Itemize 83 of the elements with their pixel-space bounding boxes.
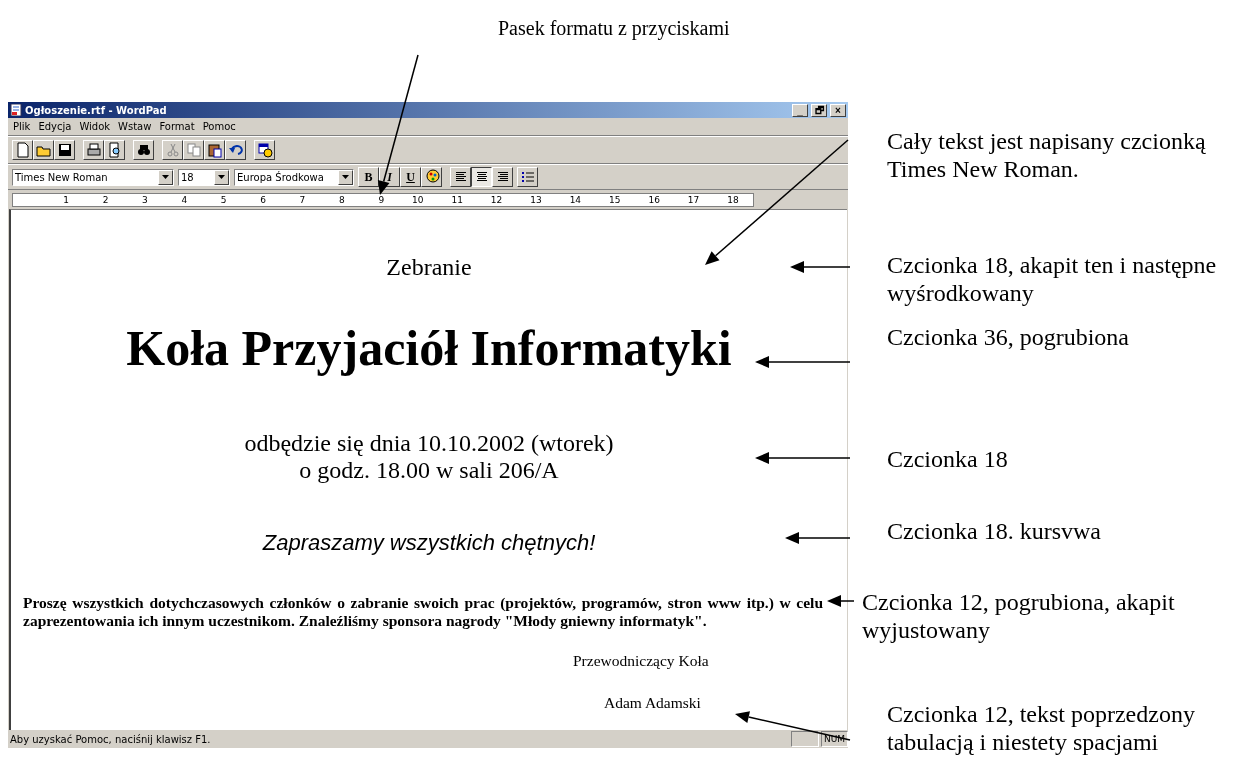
ruler-number: 3	[141, 194, 148, 205]
dropdown-arrow-icon	[342, 175, 349, 179]
ruler-number: 7	[298, 194, 306, 205]
document-paragraph: Zapraszamy wszystkich chętnych!	[262, 530, 596, 556]
ruler-number: 9	[377, 194, 385, 205]
document-paragraph: odbędzie się dnia 10.10.2002 (wtorek)	[244, 430, 614, 457]
copy-button[interactable]	[183, 140, 204, 160]
close-button[interactable]: ×	[830, 103, 846, 117]
document-heading: Koła Przyjaciół Informatyki	[126, 319, 732, 377]
ruler-number: 18	[726, 194, 739, 205]
ruler-number: 17	[686, 194, 700, 205]
palette-icon	[423, 169, 440, 185]
magnifier-page-button[interactable]	[104, 140, 125, 160]
bullet-list-icon	[519, 169, 536, 185]
ruler-number: 14	[568, 194, 582, 205]
window-title: Ogłoszenie.rtf - WordPad	[25, 104, 168, 116]
status-text: Aby uzyskać Pomoc, naciśnij klawisz F1.	[10, 733, 212, 745]
menu-item[interactable]: Widok	[76, 121, 114, 132]
ruler-number: 15	[608, 194, 621, 205]
calendar-clock-icon	[256, 142, 273, 158]
minimize-button[interactable]: _	[792, 103, 808, 117]
restore-button[interactable]: 🗗	[811, 103, 827, 117]
ruler-number: 10	[411, 194, 424, 205]
ruler-number: 16	[647, 194, 660, 205]
binoculars-button[interactable]	[133, 140, 154, 160]
annotation-text: Czcionka 36, pogrubiona	[887, 323, 1130, 351]
font-size-dropdown[interactable]: 18	[178, 168, 230, 186]
document-paragraph: Przewodniczący Koła	[573, 652, 709, 670]
ruler-number: 5	[219, 194, 227, 205]
annotation-text: Czcionka 12, pogrubiona, akapit wyjustowany	[862, 588, 1176, 644]
undo-arrow-button[interactable]	[225, 140, 246, 160]
bold-button[interactable]: B	[358, 167, 379, 187]
ruler-number: 4	[180, 194, 188, 205]
bullets-button[interactable]	[517, 167, 538, 187]
ruler-number: 1	[62, 194, 69, 205]
scissors-button[interactable]	[162, 140, 183, 160]
document-paragraph: Proszę wszystkich dotychczasowych członków o zabranie swoich prac (projektów, programów, stron www itp.) w celu zaprezentowania ich innym uczestnikom. Znaleźliśmy sponsora nagrody "Młody gniewny informatyk".	[23, 594, 823, 630]
ruler-number: 11	[450, 194, 463, 205]
document-paragraph: o godz. 18.00 w sali 206/A	[299, 457, 559, 484]
ruler-number: 13	[529, 194, 542, 205]
arrow	[827, 595, 855, 607]
floppy-disk-button[interactable]	[54, 140, 75, 160]
ruler-number: 8	[338, 194, 345, 205]
calendar-clock-button[interactable]	[254, 140, 275, 160]
menu-item[interactable]: Plik	[10, 121, 34, 132]
printer-button[interactable]	[83, 140, 104, 160]
font-dropdown[interactable]: Times New Roman	[12, 168, 174, 186]
menu-item[interactable]: Wstaw	[115, 121, 155, 132]
ruler-number: 6	[259, 194, 266, 205]
undo-arrow-icon	[227, 142, 244, 158]
magnifier-page-icon	[106, 142, 123, 158]
document-icon	[10, 104, 22, 116]
copy-icon	[185, 142, 202, 158]
menu-item[interactable]: Edycja	[35, 121, 75, 132]
arrow	[785, 532, 851, 544]
printer-icon	[85, 142, 102, 158]
folder-button[interactable]	[33, 140, 54, 160]
align-right-button[interactable]	[492, 167, 513, 187]
annotation-text: Czcionka 18. kursvwa	[887, 517, 1102, 545]
annotation-text: Czcionka 12, tekst poprzedzony tabulacją i niestety spacjami	[887, 700, 1196, 756]
annotation-text: Cały tekst jest napisany czcionką Times New Roman.	[887, 127, 1207, 183]
annotation-text: Czcionka 18, akapit ten i następne wyśrodkowany	[887, 251, 1218, 307]
document-paragraph: Adam Adamski	[604, 694, 701, 712]
underline-button[interactable]: U	[400, 167, 421, 187]
scissors-icon	[164, 142, 181, 158]
color-button[interactable]	[421, 167, 442, 187]
ruler-number: 2	[101, 194, 109, 205]
new-document-button[interactable]	[12, 140, 33, 160]
clipboard-icon	[206, 142, 223, 158]
menu-item[interactable]: Pomoc	[199, 121, 239, 132]
annotation-text: Czcionka 18	[887, 445, 1009, 473]
new-document-icon	[14, 142, 31, 158]
document-paragraph: Zebranie	[386, 254, 472, 281]
annotation-text: Pasek formatu z przyciskami	[498, 16, 731, 42]
ruler-number: 12	[489, 194, 503, 205]
dropdown-arrow-icon	[218, 175, 225, 179]
dropdown-arrow-icon	[162, 175, 169, 179]
binoculars-icon	[135, 142, 152, 158]
align-center-button[interactable]	[471, 167, 492, 187]
script-dropdown[interactable]: Europa Środkowa	[234, 168, 354, 186]
align-left-button[interactable]	[450, 167, 471, 187]
menu-item[interactable]: Format	[156, 121, 198, 132]
clipboard-button[interactable]	[204, 140, 225, 160]
